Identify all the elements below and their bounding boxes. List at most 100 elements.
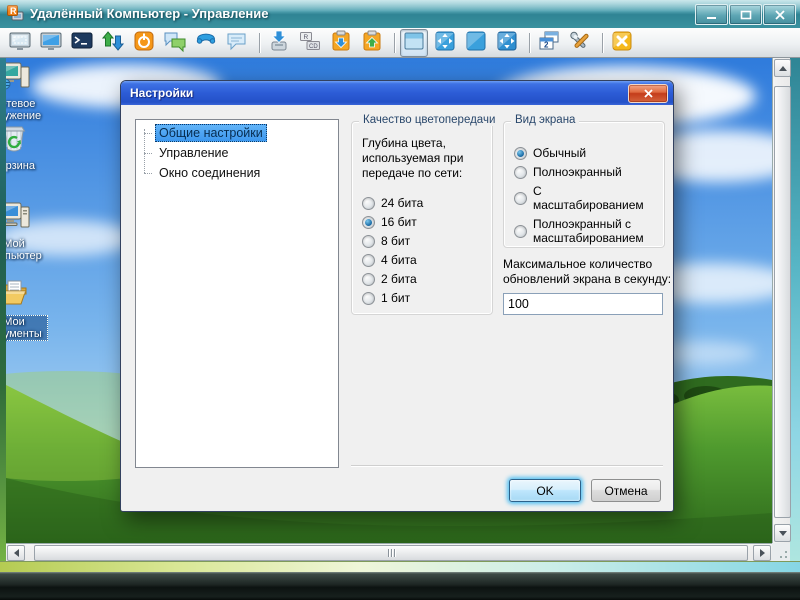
color-depth-option-6[interactable]: 1 бит [362, 291, 423, 305]
color-depth-option-label: 16 бит [381, 215, 417, 229]
nav-item-label: Общие настройки [155, 124, 267, 142]
screen: R Удалённый Компьютер - Управление RCD 2 [0, 0, 800, 600]
view-mode-option-3[interactable]: С масштабированием [514, 184, 655, 212]
view-mode-option-label: Полноэкранный [533, 165, 622, 179]
view-fullscreen-scaled-button[interactable] [493, 29, 521, 57]
clipboard-set-icon [360, 29, 384, 56]
color-depth-option-3[interactable]: 8 бит [362, 234, 423, 248]
radio-icon [514, 225, 527, 238]
color-depth-option-label: 8 бит [381, 234, 410, 248]
dialog-title: Настройки [130, 86, 193, 100]
desktop-icon-my-computer[interactable]: Мой компьютер [6, 198, 48, 263]
color-depth-option-2[interactable]: 16 бит [362, 215, 423, 229]
view-normal-button[interactable] [400, 29, 428, 57]
telnet-button[interactable] [68, 29, 96, 57]
screen-preview-icon [8, 29, 32, 56]
color-depth-option-label: 2 бита [381, 272, 417, 286]
window-titlebar: R Удалённый Компьютер - Управление [0, 0, 800, 29]
view-mode-option-1[interactable]: Обычный [514, 146, 655, 160]
settings-icon [568, 29, 592, 56]
fps-input[interactable] [503, 293, 663, 315]
vertical-scroll-thumb[interactable] [774, 86, 791, 518]
clipboard-get-button[interactable] [327, 29, 355, 57]
screen-preview-button[interactable] [6, 29, 34, 57]
scroll-left-button[interactable] [7, 545, 25, 561]
toolbar: RCD 2 [0, 28, 800, 58]
close-button[interactable] [763, 4, 796, 25]
remote-screen-icon [39, 29, 63, 56]
dialog-titlebar: Настройки [121, 81, 673, 105]
pc-network-icon [6, 58, 48, 95]
radio-icon [362, 216, 375, 229]
send-message-button[interactable] [223, 29, 251, 57]
view-normal-icon [402, 29, 426, 56]
window-border-right [790, 58, 800, 561]
view-mode-option-4[interactable]: Полноэкранный с масштабированием [514, 217, 655, 245]
fps-label: Максимальное количество обновлений экран… [503, 257, 678, 287]
color-depth-option-1[interactable]: 24 бита [362, 196, 423, 210]
svg-text:2: 2 [544, 41, 549, 50]
toolbar-separator [394, 33, 395, 53]
svg-text:R: R [304, 34, 309, 41]
radio-icon [362, 273, 375, 286]
scroll-down-button[interactable] [774, 524, 791, 542]
taskbar: e R Удалённый Комп... EN 17:20 [0, 572, 800, 600]
folder-docs-icon [6, 276, 48, 313]
nav-item-3[interactable]: Окно соединения [136, 163, 338, 183]
maximize-icon [740, 10, 752, 20]
pc-icon [6, 198, 48, 235]
horizontal-scrollbar[interactable] [6, 543, 772, 561]
text-chat-button[interactable] [161, 29, 189, 57]
view-fullscreen-button[interactable] [431, 29, 459, 57]
nav-item-2[interactable]: Управление [136, 143, 338, 163]
remote-screen-button[interactable] [37, 29, 65, 57]
desktop-icon-label: Мой компьютер [6, 237, 48, 263]
view-scaled-button[interactable] [462, 29, 490, 57]
cancel-button[interactable]: Отмена [591, 479, 661, 502]
send-message-icon [225, 29, 249, 56]
dialog-close-button[interactable] [628, 84, 668, 103]
radio-icon [362, 235, 375, 248]
radio-icon [362, 197, 375, 210]
resize-grip[interactable] [772, 543, 790, 561]
vertical-scrollbar[interactable] [772, 58, 790, 543]
file-transfer-button[interactable] [99, 29, 127, 57]
button-separator [351, 465, 663, 466]
minimize-button[interactable] [695, 4, 728, 25]
settings-button[interactable] [566, 29, 594, 57]
ok-button[interactable]: OK [509, 479, 581, 502]
radio-icon [514, 166, 527, 179]
voice-chat-button[interactable] [192, 29, 220, 57]
telnet-icon [70, 29, 94, 56]
view-mode-option-label: Полноэкранный с масштабированием [533, 217, 655, 245]
screen-view-legend: Вид экрана [511, 114, 579, 126]
shutdown-button[interactable] [130, 29, 158, 57]
desktop-icon-my-documents[interactable]: Мои документы [6, 276, 48, 341]
disconnect-button[interactable] [608, 29, 636, 57]
radio-icon [362, 254, 375, 267]
maximize-button[interactable] [729, 4, 762, 25]
scroll-right-button[interactable] [753, 545, 771, 561]
desktop-icon-label: Корзина [6, 159, 37, 173]
screen-view-group: Вид экрана ОбычныйПолноэкранныйС масштаб… [503, 121, 665, 248]
color-depth-option-4[interactable]: 4 бита [362, 253, 423, 267]
window-cascade-button[interactable]: 2 [535, 29, 563, 57]
app-icon: R [7, 5, 24, 22]
color-quality-legend: Качество цветопередачи [359, 114, 499, 126]
scroll-up-button[interactable] [774, 59, 791, 77]
color-depth-option-5[interactable]: 2 бита [362, 272, 423, 286]
view-mode-option-2[interactable]: Полноэкранный [514, 165, 655, 179]
horizontal-scroll-thumb[interactable] [34, 545, 748, 561]
shutdown-icon [132, 29, 156, 56]
desktop-icon-label: Мои документы [6, 315, 48, 341]
disconnect-icon [610, 29, 634, 56]
nav-item-1[interactable]: Общие настройки [136, 123, 338, 143]
desktop-icon-recycle-bin[interactable]: Корзина [6, 120, 48, 173]
clipboard-set-button[interactable] [358, 29, 386, 57]
remote-devices-button[interactable]: RCD [296, 29, 324, 57]
view-fullscreen-icon [433, 29, 457, 56]
file-transfer-icon [101, 29, 125, 56]
desktop-icon-network-places[interactable]: Сетевое окружение [6, 58, 48, 123]
fetch-screenshot-button[interactable] [265, 29, 293, 57]
view-mode-option-label: С масштабированием [533, 184, 655, 212]
